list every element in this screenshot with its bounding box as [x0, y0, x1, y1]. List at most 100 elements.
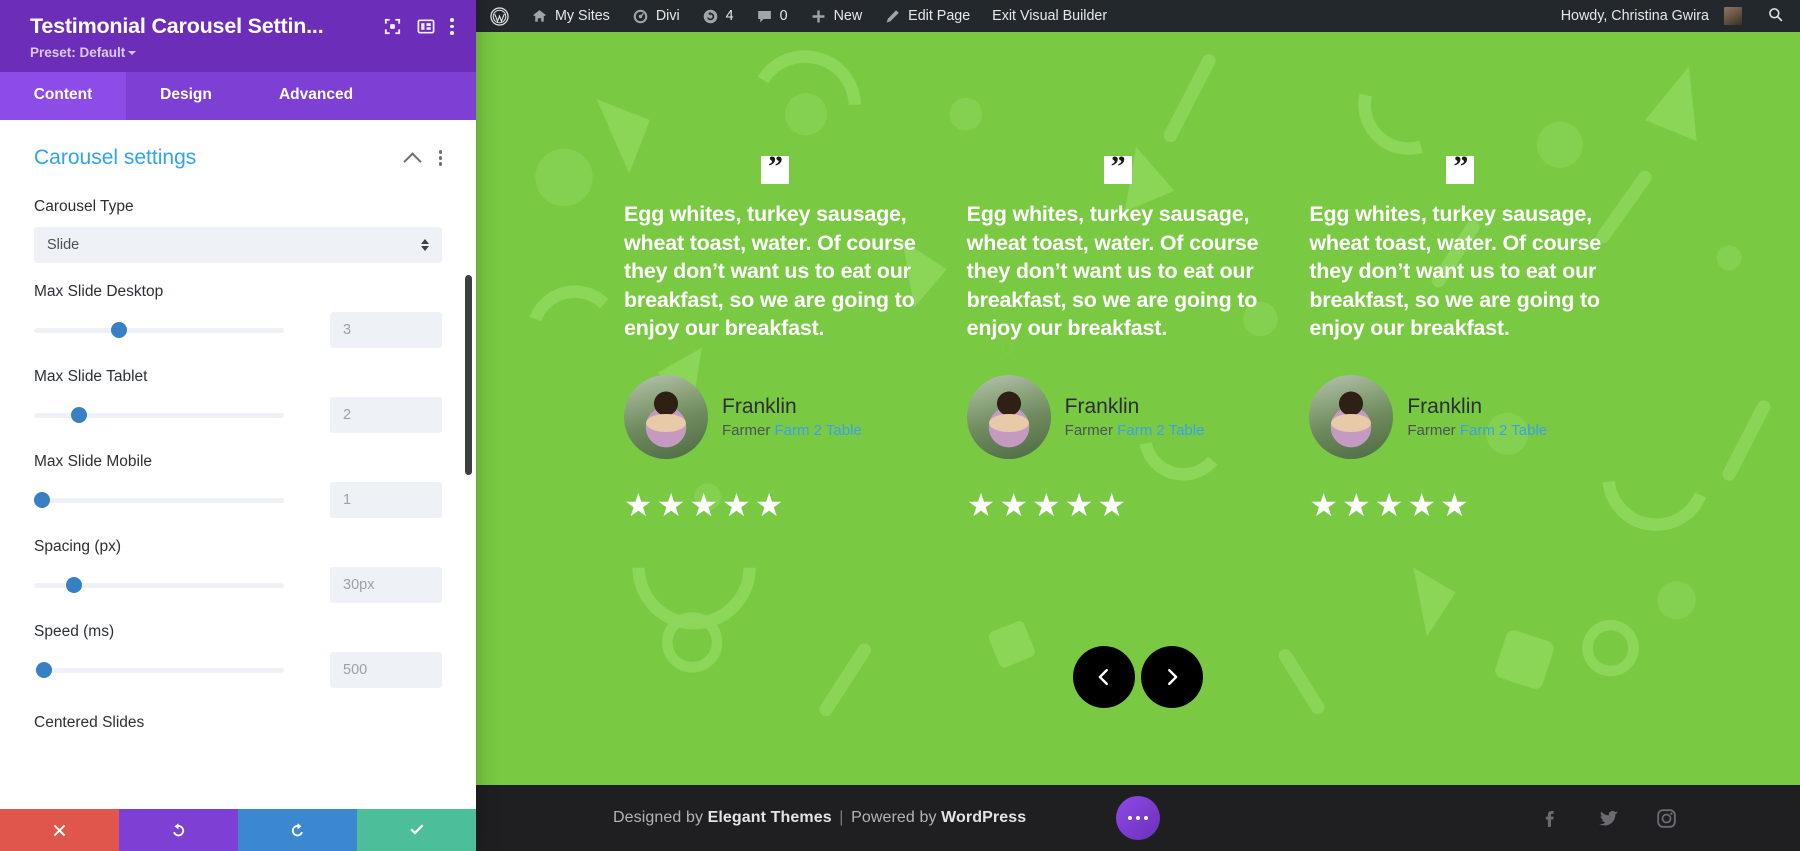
section-kebab-menu-icon[interactable]	[438, 150, 442, 166]
save-button[interactable]	[357, 809, 476, 851]
label-max-slide-mobile: Max Slide Mobile	[34, 453, 153, 470]
carousel-next-button[interactable]	[1141, 646, 1203, 708]
author-name: Franklin	[722, 394, 797, 418]
testimonial-carousel-module[interactable]: ” Egg whites, turkey sausage, wheat toas…	[476, 32, 1800, 785]
star-icon: ★	[1407, 486, 1437, 523]
footer-credit-prefix: Designed by	[613, 809, 704, 826]
divi-visual-builder: Testimonial Carousel Settin... Preset: D…	[0, 0, 1800, 851]
updates-refresh-icon	[702, 8, 719, 25]
author-role: Farmer	[1407, 422, 1456, 440]
input-max-slide-mobile[interactable]: 1	[330, 482, 442, 518]
quote-mark-icon: ”	[1103, 152, 1132, 184]
admin-bar-my-sites[interactable]: My Sites	[520, 0, 621, 32]
redo-arrow-icon	[291, 822, 303, 836]
kebab-menu-icon[interactable]	[450, 18, 454, 35]
footer-credit-platform[interactable]: WordPress	[941, 809, 1026, 826]
search-icon[interactable]	[1753, 6, 1800, 27]
preset-selector[interactable]: Preset: Default	[30, 45, 454, 60]
carousel-navigation	[1073, 646, 1203, 708]
author-company: Farm 2 Table	[774, 422, 862, 440]
slider-max-slide-mobile[interactable]	[33, 490, 284, 510]
author-photo	[1309, 374, 1394, 459]
admin-bar-exit-visual-builder[interactable]: Exit Visual Builder	[981, 0, 1118, 32]
visual-builder-fab-button[interactable]	[1116, 796, 1160, 840]
field-carousel-type: Carousel Type Slide	[0, 198, 476, 263]
input-speed[interactable]: 500	[330, 652, 442, 688]
chevron-up-icon[interactable]	[406, 151, 421, 166]
tab-content[interactable]: Content	[0, 72, 126, 120]
slider-track	[34, 327, 284, 333]
admin-bar-my-sites-label: My Sites	[555, 8, 610, 24]
testimonial-card[interactable]: ” Egg whites, turkey sausage, wheat toas…	[624, 152, 967, 521]
quote-mark-icon: ”	[1446, 152, 1475, 184]
admin-bar-comments-count: 0	[779, 8, 788, 24]
input-spacing[interactable]: 30px	[330, 567, 442, 603]
author-name: Franklin	[1064, 394, 1140, 418]
pencil-icon	[884, 8, 901, 25]
carousel-settings-section-header[interactable]: Carousel settings	[0, 120, 476, 178]
instagram-icon[interactable]	[1655, 807, 1678, 830]
testimonial-text: Egg whites, turkey sausage, wheat toast,…	[966, 202, 1259, 341]
testimonial-card[interactable]: ” Egg whites, turkey sausage, wheat toas…	[966, 152, 1310, 523]
testimonial-author: Franklin Farmer Farm 2 Table	[966, 374, 1310, 459]
slider-knob[interactable]	[71, 407, 87, 423]
star-icon: ★	[1064, 486, 1094, 523]
slider-knob[interactable]	[111, 322, 127, 338]
field-speed: Speed (ms) 500	[0, 623, 476, 688]
field-spacing: Spacing (px) 30px	[0, 538, 476, 603]
testimonial-author: Franklin Farmer Farm 2 Table	[624, 374, 967, 459]
slider-knob[interactable]	[36, 662, 52, 678]
admin-bar-divi[interactable]: Divi	[621, 0, 691, 32]
slider-spacing[interactable]	[34, 575, 284, 595]
slider-knob[interactable]	[66, 577, 82, 593]
panel-header: Testimonial Carousel Settin... Preset: D…	[0, 0, 476, 72]
testimonial-text: Egg whites, turkey sausage, wheat toast,…	[624, 202, 916, 341]
layout-columns-icon[interactable]	[416, 17, 436, 36]
author-name: Franklin	[1407, 394, 1483, 418]
admin-bar-account[interactable]: Howdy, Christina Gwira	[1547, 0, 1753, 32]
undo-button[interactable]	[119, 809, 238, 851]
preset-label: Preset: Default	[30, 45, 126, 60]
input-max-slide-tablet[interactable]: 2	[330, 397, 442, 433]
carousel-prev-button[interactable]	[1073, 646, 1135, 708]
facebook-icon[interactable]	[1539, 807, 1562, 830]
discard-changes-button[interactable]	[0, 809, 119, 851]
slider-speed[interactable]	[34, 660, 284, 680]
section-title: Carousel settings	[34, 146, 197, 169]
admin-bar-new[interactable]: New	[799, 0, 874, 32]
focus-target-icon[interactable]	[383, 17, 402, 36]
avatar	[1724, 7, 1742, 25]
author-role: Farmer	[1064, 422, 1114, 440]
field-max-slide-mobile: Max Slide Mobile 1	[0, 453, 476, 518]
footer-credit-brand[interactable]: Elegant Themes	[708, 809, 832, 826]
label-spacing: Spacing (px)	[34, 538, 122, 555]
slider-max-slide-tablet[interactable]	[34, 405, 284, 425]
star-icon: ★	[1309, 486, 1339, 523]
testimonial-card[interactable]: ” Egg whites, turkey sausage, wheat toas…	[1309, 152, 1652, 521]
footer-separator: |	[839, 809, 844, 826]
panel-scrollbar[interactable]	[465, 275, 472, 475]
carousel-type-select[interactable]: Slide	[34, 227, 442, 263]
tab-advanced[interactable]: Advanced	[246, 72, 386, 120]
admin-bar-updates[interactable]: 4	[691, 0, 745, 32]
admin-bar-comments[interactable]: 0	[745, 0, 799, 32]
redo-button[interactable]	[238, 809, 357, 851]
tab-design[interactable]: Design	[126, 72, 246, 120]
star-rating: ★ ★ ★ ★ ★	[1309, 489, 1652, 521]
slider-knob[interactable]	[33, 492, 50, 508]
dashboard-gauge-icon	[632, 8, 649, 25]
twitter-icon[interactable]	[1596, 807, 1621, 830]
field-centered-slides: Centered Slides	[0, 714, 476, 732]
input-max-slide-desktop[interactable]: 3	[330, 312, 442, 348]
admin-bar-edit-page[interactable]: Edit Page	[873, 0, 981, 32]
select-updown-icon	[421, 239, 429, 251]
author-photo	[624, 374, 708, 459]
star-icon: ★	[1440, 486, 1469, 523]
plus-icon	[810, 8, 827, 25]
star-rating: ★ ★ ★ ★ ★	[624, 489, 967, 521]
wordpress-logo-icon[interactable]	[476, 0, 520, 32]
account-greeting: Howdy, Christina Gwira	[1560, 8, 1709, 24]
wp-admin-bar: My Sites Divi 4 0 New Edit Page Exit Vis…	[476, 0, 1800, 32]
star-icon: ★	[722, 486, 751, 523]
slider-max-slide-desktop[interactable]	[34, 320, 284, 340]
